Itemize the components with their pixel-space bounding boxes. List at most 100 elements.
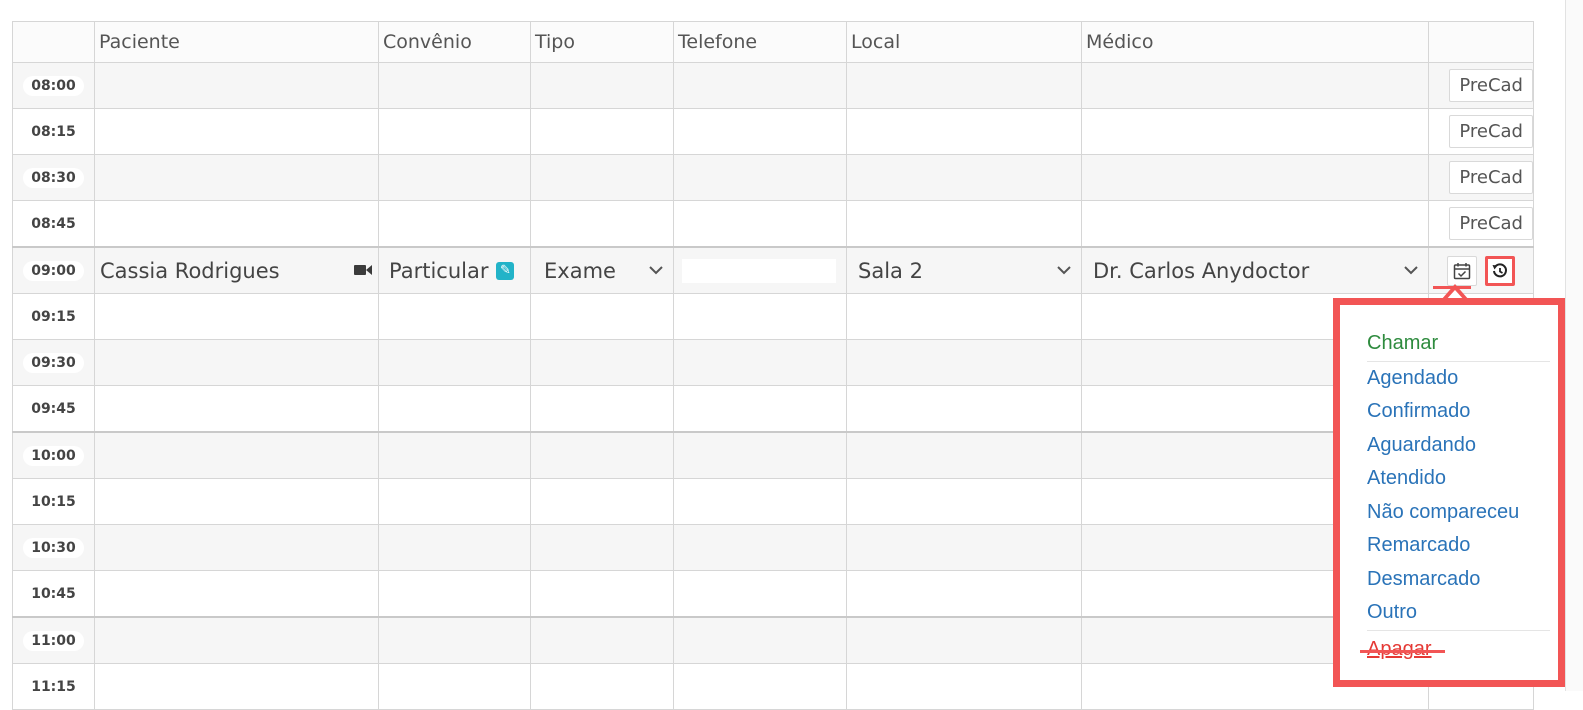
- paciente-cell[interactable]: [94, 293, 379, 340]
- precad-button[interactable]: PreCad: [1449, 207, 1533, 240]
- paciente-cell[interactable]: [94, 108, 379, 155]
- tipo-cell[interactable]: [530, 385, 674, 433]
- paciente-cell[interactable]: [94, 200, 379, 248]
- local-cell[interactable]: [846, 154, 1082, 201]
- local-cell[interactable]: [846, 62, 1082, 109]
- chevron-down-icon[interactable]: [1057, 266, 1071, 275]
- history-button[interactable]: [1485, 255, 1515, 286]
- local-select-value[interactable]: Sala 2: [852, 259, 923, 283]
- local-cell[interactable]: [846, 200, 1082, 248]
- precad-button[interactable]: PreCad: [1449, 69, 1533, 102]
- telefone-cell[interactable]: [673, 524, 847, 571]
- medico-cell[interactable]: Dr. Carlos Anydoctor: [1081, 246, 1429, 294]
- pencil-edit-icon[interactable]: ✎: [496, 261, 515, 280]
- local-cell[interactable]: [846, 431, 1082, 479]
- menu-item-aguardando[interactable]: Aguardando: [1367, 429, 1550, 463]
- local-cell[interactable]: [846, 385, 1082, 433]
- tipo-cell[interactable]: [530, 200, 674, 248]
- tipo-cell[interactable]: [530, 154, 674, 201]
- convenio-cell[interactable]: [378, 200, 531, 248]
- convenio-cell[interactable]: [378, 431, 531, 479]
- telefone-cell[interactable]: [673, 154, 847, 201]
- local-cell[interactable]: Sala 2: [846, 246, 1082, 294]
- medico-cell[interactable]: [1081, 200, 1429, 248]
- paciente-cell[interactable]: [94, 663, 379, 710]
- telefone-cell[interactable]: [673, 616, 847, 664]
- tipo-cell[interactable]: [530, 108, 674, 155]
- convenio-cell[interactable]: Particular ✎: [378, 246, 531, 294]
- menu-item-atendido[interactable]: Atendido: [1367, 462, 1550, 496]
- video-camera-icon[interactable]: [354, 261, 372, 280]
- telefone-cell[interactable]: [673, 478, 847, 525]
- convenio-cell[interactable]: [378, 663, 531, 710]
- paciente-cell[interactable]: [94, 478, 379, 525]
- paciente-cell[interactable]: [94, 616, 379, 664]
- convenio-cell[interactable]: [378, 339, 531, 386]
- paciente-cell[interactable]: [94, 62, 379, 109]
- tipo-cell[interactable]: [530, 62, 674, 109]
- menu-item-outro[interactable]: Outro: [1367, 596, 1550, 631]
- local-cell[interactable]: [846, 663, 1082, 710]
- tipo-cell[interactable]: Exame: [530, 246, 674, 294]
- telefone-cell[interactable]: [673, 385, 847, 433]
- local-cell[interactable]: [846, 339, 1082, 386]
- local-cell[interactable]: [846, 108, 1082, 155]
- telefone-cell[interactable]: [673, 200, 847, 248]
- patient-name[interactable]: Cassia Rodrigues: [100, 259, 280, 283]
- telefone-cell[interactable]: [673, 108, 847, 155]
- medico-cell[interactable]: [1081, 108, 1429, 155]
- paciente-cell[interactable]: [94, 385, 379, 433]
- tipo-cell[interactable]: [530, 570, 674, 618]
- telefone-cell[interactable]: [673, 570, 847, 618]
- paciente-cell[interactable]: [94, 570, 379, 618]
- medico-select-value[interactable]: Dr. Carlos Anydoctor: [1087, 259, 1309, 283]
- chevron-down-icon[interactable]: [1404, 266, 1418, 275]
- medico-cell[interactable]: [1081, 154, 1429, 201]
- convenio-cell[interactable]: [378, 108, 531, 155]
- tipo-cell[interactable]: [530, 616, 674, 664]
- tipo-cell[interactable]: [530, 339, 674, 386]
- status-calendar-button[interactable]: [1447, 255, 1477, 286]
- menu-item-remarcado[interactable]: Remarcado: [1367, 529, 1550, 563]
- local-cell[interactable]: [846, 616, 1082, 664]
- telefone-cell[interactable]: [673, 339, 847, 386]
- paciente-cell[interactable]: [94, 431, 379, 479]
- chevron-down-icon[interactable]: [649, 266, 663, 275]
- tipo-cell[interactable]: [530, 293, 674, 340]
- convenio-cell[interactable]: [378, 524, 531, 571]
- telefone-cell[interactable]: [673, 293, 847, 340]
- telefone-cell[interactable]: [673, 62, 847, 109]
- menu-item-desmarcado[interactable]: Desmarcado: [1367, 563, 1550, 597]
- tipo-cell[interactable]: [530, 663, 674, 710]
- local-cell[interactable]: [846, 293, 1082, 340]
- precad-button[interactable]: PreCad: [1449, 161, 1533, 194]
- telefone-cell[interactable]: [673, 663, 847, 710]
- convenio-cell[interactable]: [378, 154, 531, 201]
- tipo-cell[interactable]: [530, 524, 674, 571]
- local-cell[interactable]: [846, 478, 1082, 525]
- medico-cell[interactable]: [1081, 62, 1429, 109]
- convenio-cell[interactable]: [378, 62, 531, 109]
- telefone-cell[interactable]: [673, 431, 847, 479]
- convenio-cell[interactable]: [378, 616, 531, 664]
- tipo-select-value[interactable]: Exame: [536, 259, 616, 283]
- telefone-cell[interactable]: [673, 246, 847, 294]
- menu-item-nao-compareceu[interactable]: Não compareceu: [1367, 496, 1550, 530]
- menu-item-agendado[interactable]: Agendado: [1367, 362, 1550, 396]
- paciente-cell[interactable]: [94, 339, 379, 386]
- paciente-cell[interactable]: Cassia Rodrigues: [94, 246, 379, 294]
- phone-input[interactable]: [682, 258, 836, 283]
- convenio-cell[interactable]: [378, 570, 531, 618]
- tipo-cell[interactable]: [530, 431, 674, 479]
- menu-item-chamar[interactable]: Chamar: [1367, 327, 1550, 362]
- convenio-cell[interactable]: [378, 385, 531, 433]
- local-cell[interactable]: [846, 570, 1082, 618]
- menu-item-confirmado[interactable]: Confirmado: [1367, 395, 1550, 429]
- paciente-cell[interactable]: [94, 524, 379, 571]
- local-cell[interactable]: [846, 524, 1082, 571]
- convenio-cell[interactable]: [378, 293, 531, 340]
- paciente-cell[interactable]: [94, 154, 379, 201]
- tipo-cell[interactable]: [530, 478, 674, 525]
- precad-button[interactable]: PreCad: [1449, 115, 1533, 148]
- convenio-cell[interactable]: [378, 478, 531, 525]
